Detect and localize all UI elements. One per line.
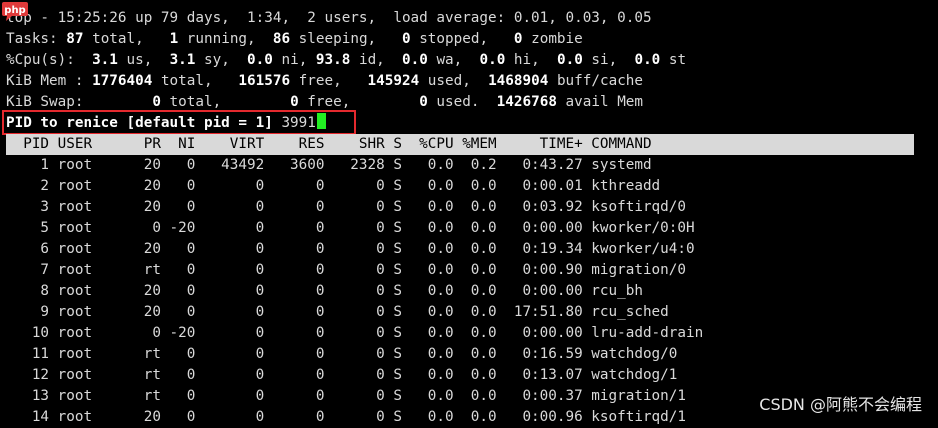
svg-text:php: php: [4, 5, 25, 16]
uptime-line: top - 15:25:26 up 79 days, 1:34, 2 users…: [6, 10, 652, 26]
process-row: 8 root 20 0 0 0 0 S 0.0 0.0 0:00.00 rcu_…: [6, 283, 643, 299]
process-row: 1 root 20 0 43492 3600 2328 S 0.0 0.2 0:…: [6, 157, 652, 173]
highlight-box: [2, 110, 356, 135]
process-row: 7 root rt 0 0 0 0 S 0.0 0.0 0:00.90 migr…: [6, 262, 686, 278]
tasks-line: Tasks: 87 total, 1 running, 86 sleeping,…: [6, 31, 583, 47]
process-table-header: PID USER PR NI VIRT RES SHR S %CPU %MEM …: [6, 134, 914, 155]
process-row: 5 root 0 -20 0 0 0 S 0.0 0.0 0:00.00 kwo…: [6, 220, 695, 236]
process-table: 1 root 20 0 43492 3600 2328 S 0.0 0.2 0:…: [6, 155, 703, 428]
php-logo-icon: php: [2, 2, 28, 21]
process-row: 6 root 20 0 0 0 0 S 0.0 0.0 0:19.34 kwor…: [6, 241, 695, 257]
process-row: 9 root 20 0 0 0 0 S 0.0 0.0 17:51.80 rcu…: [6, 304, 669, 320]
cpu-line: %Cpu(s): 3.1 us, 3.1 sy, 0.0 ni, 93.8 id…: [6, 52, 687, 68]
process-row: 2 root 20 0 0 0 0 S 0.0 0.0 0:00.01 kthr…: [6, 178, 661, 194]
memory-line: KiB Mem : 1776404 total, 161576 free, 14…: [6, 73, 644, 89]
watermark: CSDN @阿熊不会编程: [759, 395, 922, 414]
process-row: 12 root rt 0 0 0 0 S 0.0 0.0 0:13.07 wat…: [6, 367, 678, 383]
process-row: 3 root 20 0 0 0 0 S 0.0 0.0 0:03.92 ksof…: [6, 199, 686, 215]
process-row: 11 root rt 0 0 0 0 S 0.0 0.0 0:16.59 wat…: [6, 346, 678, 362]
process-row: 13 root rt 0 0 0 0 S 0.0 0.0 0:00.37 mig…: [6, 388, 686, 404]
process-row: 10 root 0 -20 0 0 0 S 0.0 0.0 0:00.00 lr…: [6, 325, 704, 341]
